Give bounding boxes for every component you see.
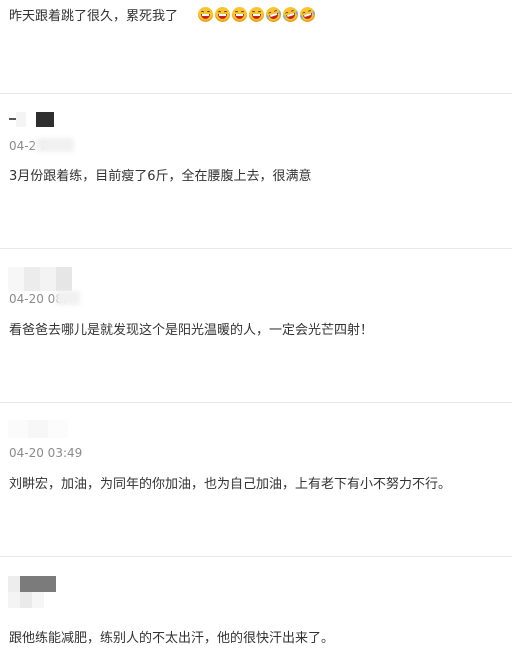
laughing-emoji-icon [215,7,230,22]
rofl-emoji-icon [264,5,283,24]
username-blurred[interactable] [8,267,72,291]
laughing-emoji-icon [198,7,213,22]
comment-divider [0,402,512,403]
emoji-row [198,5,317,24]
comment-list: 昨天跟着跳了很久，累死我了 04-2 7 3月份跟着练，目前瘦了6斤，全在腰腹上… [0,0,512,657]
comment-text: 刘畊宏，加油，为同年的你加油，也为自己加油，上有老下有小不努力不行。 [9,477,452,492]
username-blurred[interactable] [8,576,56,592]
username-fragment [9,118,16,120]
rofl-emoji-icon [281,5,300,24]
avatar-blurred [8,592,44,608]
comment-text: 看爸爸去哪儿是就发现这个是阳光温暖的人，一定会光芒四射！ [9,323,374,338]
comment-date: 04-20 03:49 [9,446,83,460]
laughing-emoji-icon [232,7,247,22]
laughing-emoji-icon [249,7,264,22]
comment-divider [0,248,512,249]
comment-text: 3月份跟着练，目前瘦了6斤，全在腰腹上去，很满意 [9,169,312,184]
username-blurred[interactable] [8,420,68,438]
date-blur [56,291,80,305]
rofl-emoji-icon [298,5,317,24]
comment-text: 跟他练能减肥，练别人的不太出汗，他的很快汗出来了。 [9,631,335,646]
comment-divider [0,556,512,557]
comment-text: 昨天跟着跳了很久，累死我了 [9,9,179,24]
date-blur [36,138,74,152]
comment-divider [0,93,512,94]
